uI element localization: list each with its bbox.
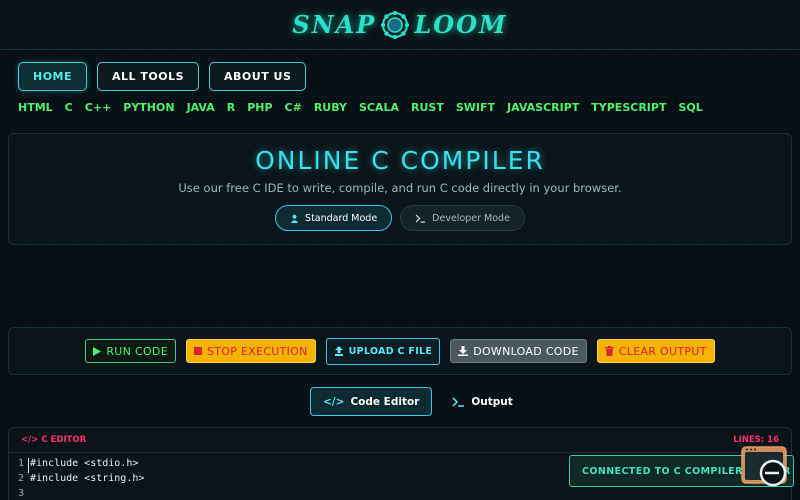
hero-panel: ONLINE C COMPILER Use our free C IDE to … [8,133,792,245]
standard-mode-button[interactable]: Standard Mode [275,205,393,231]
line-text[interactable]: #include <string.h> [28,473,144,488]
editor-label-text: C EDITOR [41,435,87,445]
stop-execution-label: STOP EXECUTION [206,344,308,358]
lang-link-rust[interactable]: RUST [411,101,444,114]
lang-link-ruby[interactable]: RUBY [314,101,347,114]
tab-code-editor-label: Code Editor [350,395,420,408]
tab-output-label: Output [471,395,513,408]
standard-mode-label: Standard Mode [305,212,378,224]
clear-output-label: CLEAR OUTPUT [618,344,707,358]
code-icon: </> [21,435,39,445]
upload-icon [334,346,343,356]
line-number: 1 [17,458,24,469]
view-tabs: </> Code Editor Output [310,387,525,416]
lang-link-sql[interactable]: SQL [678,101,702,114]
lang-link-javascript[interactable]: JAVASCRIPT [507,101,579,114]
nav-home-button[interactable]: HOME [18,62,88,91]
main-nav: HOME ALL TOOLS ABOUT US [18,62,307,91]
logo[interactable]: SNAP LOOM [292,10,507,40]
top-bar: SNAP LOOM [0,0,800,50]
lang-link-cpp[interactable]: C++ [85,101,112,114]
developer-mode-button[interactable]: Developer Mode [400,205,525,231]
mode-toggle: Standard Mode Developer Mode [9,205,791,231]
code-icon: </> [323,395,345,408]
upload-file-label: UPLOAD C FILE [348,345,433,357]
lang-link-php[interactable]: PHP [247,101,272,114]
clear-output-button[interactable]: CLEAR OUTPUT [596,339,715,363]
tab-code-editor[interactable]: </> Code Editor [310,387,433,416]
stop-execution-button[interactable]: STOP EXECUTION [185,339,316,363]
action-toolbar: RUN CODE STOP EXECUTION UPLOAD C FILE DO… [8,327,792,375]
page-title: ONLINE C COMPILER [255,146,545,175]
play-icon [93,346,102,356]
lang-link-python[interactable]: PYTHON [123,101,174,114]
page-subtitle: Use our free C IDE to write, compile, an… [178,181,622,195]
terminal-icon [415,213,426,223]
nav-all-tools-button[interactable]: ALL TOOLS [97,62,200,91]
developer-mode-label: Developer Mode [432,212,510,224]
lang-link-csharp[interactable]: C# [285,101,302,114]
lang-link-scala[interactable]: SCALA [359,101,399,114]
download-code-button[interactable]: DOWNLOAD CODE [450,339,587,363]
lang-link-java[interactable]: JAVA [187,101,215,114]
lang-link-typescript[interactable]: TYPESCRIPT [591,101,666,114]
chat-widget-icon[interactable] [741,446,789,488]
user-icon [290,214,299,223]
code-line: 3 [9,488,791,500]
lang-link-html[interactable]: HTML [18,101,53,114]
line-number: 3 [17,488,24,499]
nav-about-us-button[interactable]: ABOUT US [209,62,307,91]
stop-icon [193,347,202,355]
logo-text-right: LOOM [414,10,508,39]
line-text[interactable]: #include <stdio.h> [28,458,138,473]
upload-file-button[interactable]: UPLOAD C FILE [325,337,441,365]
line-count: LINES: 16 [733,435,779,445]
terminal-icon [452,396,465,407]
trash-icon [604,346,614,356]
language-links: HTML C C++ PYTHON JAVA R PHP C# RUBY SCA… [18,101,703,114]
line-number: 2 [17,473,24,484]
tab-output[interactable]: Output [440,387,524,416]
editor-label: </> C EDITOR [21,435,86,445]
run-code-button[interactable]: RUN CODE [85,339,176,363]
lang-link-c[interactable]: C [65,101,73,114]
download-icon [458,346,469,356]
download-code-label: DOWNLOAD CODE [473,344,579,358]
gear-logo-icon [381,10,410,39]
lang-link-swift[interactable]: SWIFT [456,101,495,114]
lang-link-r[interactable]: R [227,101,235,114]
logo-text-left: SNAP [292,10,377,39]
run-code-label: RUN CODE [106,344,168,358]
editor-header: </> C EDITOR LINES: 16 [9,428,791,453]
